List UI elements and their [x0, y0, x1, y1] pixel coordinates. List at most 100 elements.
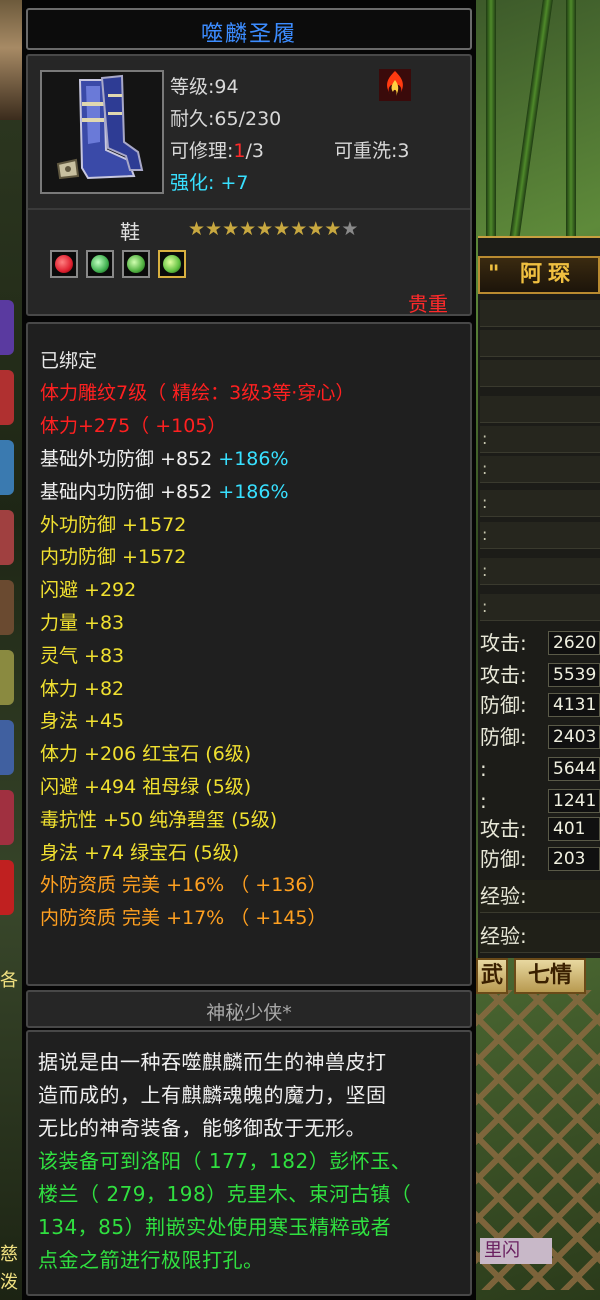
portrait-fragment — [0, 0, 22, 120]
prop-line: 闪避 +292 — [40, 579, 137, 601]
stat-row: 防御: 203 — [480, 844, 600, 874]
character-name: 阿琛 — [520, 262, 577, 287]
stat-value: 203 — [548, 847, 600, 871]
prop-line: 基础内功防御 +852 +186% — [40, 477, 289, 504]
stat-label: 攻击: — [480, 631, 527, 655]
stat-row: : 5644 — [480, 754, 600, 784]
level-text: 等级:94 — [170, 76, 239, 98]
enhance-value: +7 — [220, 172, 249, 194]
exp-row: 经验: — [480, 880, 600, 913]
attr-row — [480, 330, 600, 357]
skill-slot[interactable] — [0, 580, 14, 635]
skill-slot[interactable] — [0, 650, 14, 705]
skill-slot[interactable] — [0, 720, 14, 775]
stat-label: : — [480, 757, 487, 781]
stat-value: 1241 — [548, 789, 600, 813]
skill-slot[interactable] — [0, 370, 14, 425]
stat-row: 攻击: 5539 — [480, 660, 600, 690]
stat-row: 防御: 4131 — [480, 690, 600, 720]
fire-attribute-icon — [378, 68, 412, 102]
stat-label: 攻击: — [480, 663, 527, 687]
quote-mark: " — [488, 262, 506, 287]
boots-icon — [40, 70, 164, 194]
skill-slot[interactable] — [0, 790, 14, 845]
star-rating: ★★★★★★★★★★ — [188, 218, 358, 240]
attr-row: : — [480, 426, 600, 453]
stat-label: 防御: — [480, 847, 527, 871]
stat-row: 攻击: 401 — [480, 814, 600, 844]
attr-row: : — [480, 594, 600, 621]
left-label: 慈 — [0, 1244, 18, 1265]
skill-slot[interactable] — [0, 300, 14, 355]
left-scene: 各 慈 泼 — [0, 0, 22, 1300]
description-box: 据说是由一种吞噬麒麟而生的神兽皮打 造而成的，上有麒麟魂魄的魔力，坚固 无比的神… — [26, 1030, 472, 1296]
bottom-tag: 里闪 — [480, 1238, 552, 1264]
lore-line: 据说是由一种吞噬麒麟而生的神兽皮打 — [38, 1050, 387, 1074]
bamboo-stalk — [566, 0, 576, 240]
attr-row — [480, 396, 600, 423]
durability-text: 耐久:65/230 — [170, 108, 282, 130]
character-name-bar: " 阿琛 — [478, 256, 600, 294]
stat-label: 防御: — [480, 693, 527, 717]
item-header: 等级:94 耐久:65/230 可修理:1/3 可重洗:3 强化: +7 鞋 ★… — [26, 54, 472, 316]
tab-martial[interactable]: 武 — [476, 958, 508, 994]
title-box: 噬麟圣履 — [26, 8, 472, 50]
header-divider — [28, 208, 470, 210]
tab-qiqing[interactable]: 七情 — [514, 958, 586, 994]
prop-text: 基础外功防御 +852 — [40, 448, 213, 470]
prop-line: 体力+275（ +105） — [40, 415, 227, 437]
prop-line: 身法 +45 — [40, 710, 125, 732]
attr-row: : — [480, 490, 600, 517]
lore-line: 无比的神奇装备，能够御敌于无形。 — [38, 1116, 366, 1140]
prop-bonus: +186% — [218, 481, 289, 503]
stat-value: 4131 — [548, 693, 600, 717]
bamboo-stalk — [486, 0, 496, 240]
prop-line: 已绑定 — [40, 350, 98, 372]
skill-slot[interactable] — [0, 510, 14, 565]
exp-row: 经验: — [480, 920, 600, 953]
prop-line: 体力雕纹7级（ 精绘：3级3等·穿心） — [40, 382, 355, 404]
prop-line: 闪避 +494 祖母绿 (5级) — [40, 776, 252, 798]
prop-line: 外防资质 完美 +16% （ +136） — [40, 874, 327, 896]
hint-line: 134，85）荆嵌实处使用寒玉精粹或者 — [38, 1215, 392, 1239]
prop-line: 灵气 +83 — [40, 645, 125, 667]
green-gem-icon — [158, 250, 186, 278]
repair-text: 可修理:1/3 — [170, 136, 264, 163]
red-gem-icon — [50, 250, 78, 278]
enhance-text: 强化: +7 — [170, 168, 248, 195]
prop-line: 外功防御 +1572 — [40, 514, 187, 536]
item-tooltip: 噬麟圣履 等级:94 耐久:65/230 可修理:1/3 可重洗:3 强化: +… — [22, 0, 476, 1300]
green-gem-icon — [86, 250, 114, 278]
prop-bonus: +186% — [218, 448, 289, 470]
rewash-text: 可重洗:3 — [334, 140, 410, 162]
prop-line: 基础外功防御 +852 +186% — [40, 444, 289, 471]
prop-line: 体力 +82 — [40, 678, 125, 700]
hint-line: 楼兰（ 279，198）克里木、束河古镇（ — [38, 1182, 412, 1206]
attr-row: : — [480, 558, 600, 585]
maker-box: 神秘少侠* — [26, 990, 472, 1028]
bamboo-stalk — [509, 0, 553, 240]
repair-label: 可修理: — [170, 140, 234, 162]
prop-line: 力量 +83 — [40, 612, 125, 634]
prop-line: 内功防御 +1572 — [40, 546, 187, 568]
prop-text: 基础内功防御 +852 — [40, 481, 213, 503]
left-label: 各 — [0, 970, 18, 991]
stat-row: 攻击: 2620 — [480, 628, 600, 658]
stat-value: 2620 — [548, 631, 600, 655]
hint-line: 该装备可到洛阳（ 177，182）彭怀玉、 — [38, 1149, 412, 1173]
stat-row: 防御: 2403 — [480, 722, 600, 752]
skill-slot[interactable] — [0, 860, 14, 915]
stat-value: 5644 — [548, 757, 600, 781]
skill-slot[interactable] — [0, 440, 14, 495]
attr-row: : — [480, 522, 600, 549]
attr-row — [480, 300, 600, 327]
stat-value: 5539 — [548, 663, 600, 687]
star-empty-icon: ★ — [341, 218, 359, 240]
left-label: 泼 — [0, 1272, 18, 1293]
maker-name: 神秘少侠* — [206, 1002, 292, 1024]
lore-line: 造而成的，上有麒麟魂魄的魔力，坚固 — [38, 1083, 387, 1107]
repair-max: /3 — [245, 140, 265, 162]
stat-label: 攻击: — [480, 817, 527, 841]
hint-line: 点金之箭进行极限打孔。 — [38, 1248, 264, 1272]
rarity-label: 贵重 — [408, 292, 448, 316]
